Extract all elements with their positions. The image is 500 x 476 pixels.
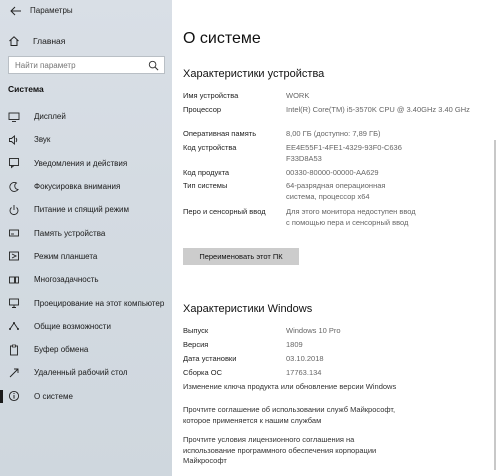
window-title: Параметры (30, 6, 73, 15)
home-icon (9, 36, 19, 46)
sidebar-item-display[interactable]: Дисплей (0, 105, 172, 128)
sidebar-item-storage[interactable]: Память устройства (0, 221, 172, 244)
spec-value: WORK (286, 91, 310, 100)
search-box[interactable] (8, 56, 165, 74)
sidebar-item-focus-assist[interactable]: Фокусировка внимания (0, 175, 172, 198)
spec-key: Оперативная память (183, 129, 257, 138)
spec-value: Windows 10 Pro (286, 326, 341, 335)
sidebar-nav-list: Дисплей Звук Уведомления и действия Фоку… (0, 105, 172, 408)
shared-experiences-icon (9, 322, 19, 331)
spec-key: Тип системы (183, 181, 228, 190)
device-specs-heading: Характеристики устройства (183, 68, 325, 80)
license-terms-link[interactable]: Прочтите условия лицензионного соглашени… (183, 435, 398, 467)
sidebar-item-label: Фокусировка внимания (34, 182, 121, 192)
remote-desktop-icon (9, 368, 19, 378)
sidebar: Главная Система Дисплей Звук Уведомления… (0, 0, 172, 476)
spec-value: 8,00 ГБ (доступно: 7,89 ГБ) (286, 129, 381, 138)
sidebar-item-remote-desktop[interactable]: Удаленный рабочий стол (0, 361, 172, 384)
home-nav-item[interactable]: Главная (8, 34, 65, 48)
sidebar-item-label: Дисплей (34, 112, 66, 122)
spec-value: Для этого монитора недоступен ввод с пом… (286, 207, 416, 227)
spec-key: Дата установки (183, 354, 237, 363)
services-agreement-link[interactable]: Прочтите соглашение об использовании слу… (183, 405, 398, 426)
spec-value: EE4E55F1-4FE1-4329-93F0-C636F33D8A53 (286, 143, 402, 163)
sidebar-item-label: Удаленный рабочий стол (34, 368, 128, 378)
sidebar-item-label: Режим планшета (34, 251, 98, 261)
spec-value: 1809 (286, 340, 303, 349)
sidebar-item-sound[interactable]: Звук (0, 128, 172, 151)
tablet-mode-icon (9, 251, 19, 261)
sidebar-item-label: О системе (34, 391, 73, 401)
sidebar-item-projecting[interactable]: Проецирование на этот компьютер (0, 291, 172, 314)
search-input[interactable] (15, 57, 145, 73)
main-content: О системе Характеристики устройства Имя … (172, 0, 500, 476)
sidebar-item-tablet-mode[interactable]: Режим планшета (0, 245, 172, 268)
back-arrow-icon[interactable] (9, 4, 23, 18)
sidebar-item-label: Буфер обмена (34, 345, 89, 355)
sidebar-item-label: Проецирование на этот компьютер (34, 298, 165, 308)
spec-key: Процессор (183, 105, 222, 114)
sidebar-item-power[interactable]: Питание и спящий режим (0, 198, 172, 221)
info-icon (8, 391, 20, 402)
spec-value: Intel(R) Core(TM) i5-3570K CPU @ 3.40GHz… (286, 105, 470, 114)
home-label: Главная (33, 36, 66, 46)
scrollbar[interactable] (494, 140, 496, 470)
spec-key: Код устройства (183, 143, 237, 152)
sidebar-item-label: Общие возможности (34, 321, 111, 331)
sidebar-item-label: Память устройства (34, 228, 106, 238)
spec-key: Сборка ОС (183, 368, 223, 377)
power-icon (9, 204, 19, 215)
spec-key: Имя устройства (183, 91, 239, 100)
spec-value: 00330-80000-00000-AA629 (286, 168, 379, 177)
display-icon (8, 112, 20, 122)
sidebar-item-multitasking[interactable]: Многозадачность (0, 268, 172, 291)
sidebar-item-notifications[interactable]: Уведомления и действия (0, 152, 172, 175)
focus-assist-icon (9, 181, 19, 192)
windows-specs-heading: Характеристики Windows (183, 303, 313, 315)
spec-value: 03.10.2018 (286, 354, 324, 363)
page-title: О системе (183, 30, 261, 47)
rename-pc-button[interactable]: Переименовать этот ПК (183, 248, 299, 265)
spec-key: Код продукта (183, 168, 230, 177)
multitasking-icon (9, 276, 19, 284)
change-product-key-link[interactable]: Изменение ключа продукта или обновление … (183, 382, 443, 393)
sound-icon (9, 134, 18, 145)
spec-value: 64-разрядная операционная система, проце… (286, 181, 386, 201)
spec-key: Перо и сенсорный ввод (183, 207, 266, 216)
spec-value: 17763.134 (286, 368, 322, 377)
sidebar-item-clipboard[interactable]: Буфер обмена (0, 338, 172, 361)
sidebar-item-label: Звук (34, 135, 51, 145)
storage-icon (9, 229, 19, 237)
search-icon[interactable] (148, 60, 159, 71)
clipboard-icon (10, 344, 18, 356)
projecting-icon (9, 298, 19, 308)
notifications-icon (9, 158, 19, 169)
sidebar-item-about[interactable]: О системе (0, 385, 172, 408)
sidebar-item-label: Питание и спящий режим (34, 205, 130, 215)
spec-key: Выпуск (183, 326, 209, 335)
sidebar-section-title: Система (8, 84, 44, 94)
sidebar-item-label: Уведомления и действия (34, 158, 128, 168)
spec-key: Версия (183, 340, 209, 349)
sidebar-item-label: Многозадачность (34, 275, 99, 285)
sidebar-item-shared-experiences[interactable]: Общие возможности (0, 315, 172, 338)
